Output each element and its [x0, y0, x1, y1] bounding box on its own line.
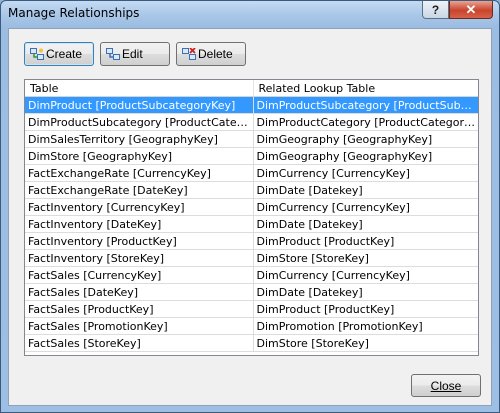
cell-table: FactInventory [CurrencyKey] — [25, 198, 254, 216]
cell-table: FactSales [ProductKey] — [25, 300, 254, 318]
table-row[interactable]: FactExchangeRate [CurrencyKey] DimCurrenc… — [25, 164, 478, 182]
manage-relationships-dialog: Manage Relationships ? ✕ Create Edit Del… — [0, 0, 500, 413]
grid-rows: DimProduct [ProductSubcategoryKey] DimPro… — [25, 96, 478, 352]
create-button[interactable]: Create — [24, 42, 94, 66]
table-row[interactable]: FactSales [DateKey] DimDate [Datekey] — [25, 283, 478, 301]
cell-related-lookup-table: DimDate [Datekey] — [253, 181, 478, 199]
cell-table: DimStore [GeographyKey] — [25, 147, 254, 165]
dialog-client-area: Create Edit Delete Table Related Lookup … — [8, 28, 492, 406]
delete-button[interactable]: Delete — [176, 42, 246, 66]
create-relationship-icon — [30, 48, 44, 60]
cell-table: FactSales [CurrencyKey] — [25, 266, 254, 284]
table-row[interactable]: DimSalesTerritory [GeographyKey] DimGeogr… — [25, 130, 478, 148]
edit-button-label: Edit — [122, 47, 143, 61]
cell-related-lookup-table: DimCurrency [CurrencyKey] — [253, 164, 478, 182]
cell-related-lookup-table: DimPromotion [PromotionKey] — [253, 317, 478, 335]
cell-related-lookup-table: DimDate [Datekey] — [253, 283, 478, 301]
help-button[interactable]: ? — [422, 1, 449, 19]
title-bar[interactable]: Manage Relationships ? ✕ — [1, 1, 499, 27]
cell-table: FactExchangeRate [DateKey] — [25, 181, 254, 199]
cell-related-lookup-table: DimCurrency [CurrencyKey] — [253, 266, 478, 284]
cell-related-lookup-table: DimGeography [GeographyKey] — [253, 147, 478, 165]
delete-relationship-icon — [182, 48, 196, 60]
cell-table: DimSalesTerritory [GeographyKey] — [25, 130, 254, 148]
edit-relationship-icon — [106, 48, 120, 60]
grid-header-row: Table Related Lookup Table — [25, 80, 478, 97]
table-row[interactable]: DimProduct [ProductSubcategoryKey] DimPro… — [25, 96, 478, 114]
table-row[interactable]: FactSales [PromotionKey] DimPromotion [Pr… — [25, 317, 478, 335]
cell-table: FactSales [PromotionKey] — [25, 317, 254, 335]
dialog-title: Manage Relationships — [8, 6, 140, 20]
cell-table: FactExchangeRate [CurrencyKey] — [25, 164, 254, 182]
cell-table: FactInventory [ProductKey] — [25, 232, 254, 250]
cell-related-lookup-table: DimDate [Datekey] — [253, 215, 478, 233]
table-row[interactable]: FactInventory [CurrencyKey] DimCurrency [… — [25, 198, 478, 216]
table-row[interactable]: FactSales [CurrencyKey] DimCurrency [Curr… — [25, 266, 478, 284]
cell-related-lookup-table: DimGeography [GeographyKey] — [253, 130, 478, 148]
table-row[interactable]: FactSales [ProductKey] DimProduct [Produc… — [25, 300, 478, 318]
help-icon: ? — [431, 3, 440, 17]
create-button-label: Create — [46, 47, 83, 61]
table-row[interactable]: FactSales [StoreKey] DimStore [StoreKey] — [25, 334, 478, 352]
cell-related-lookup-table: DimStore [StoreKey] — [253, 334, 478, 352]
table-row[interactable]: FactInventory [StoreKey] DimStore [StoreK… — [25, 249, 478, 267]
cell-related-lookup-table: DimStore [StoreKey] — [253, 249, 478, 267]
edit-button[interactable]: Edit — [100, 42, 170, 66]
relationships-grid[interactable]: Table Related Lookup Table DimProduct [P… — [24, 79, 479, 356]
cell-related-lookup-table: DimProduct [ProductKey] — [253, 300, 478, 318]
cell-related-lookup-table: DimProduct [ProductKey] — [253, 232, 478, 250]
cell-table: FactSales [StoreKey] — [25, 334, 254, 352]
close-button[interactable]: Close — [411, 374, 481, 397]
table-row[interactable]: FactInventory [DateKey] DimDate [Datekey] — [25, 215, 478, 233]
cell-table: FactSales [DateKey] — [25, 283, 254, 301]
cell-related-lookup-table: DimProductCategory [ProductCategoryKey] — [253, 113, 478, 131]
cell-table: DimProductSubcategory [ProductCategoryKe… — [25, 113, 254, 131]
table-row[interactable]: FactInventory [ProductKey] DimProduct [Pr… — [25, 232, 478, 250]
window-close-button[interactable]: ✕ — [449, 1, 493, 19]
cell-related-lookup-table: DimCurrency [CurrencyKey] — [253, 198, 478, 216]
column-header-related-lookup-table[interactable]: Related Lookup Table — [253, 80, 478, 97]
table-row[interactable]: FactExchangeRate [DateKey] DimDate [Datek… — [25, 181, 478, 199]
cell-related-lookup-table: DimProductSubcategory [ProductSubcategor… — [253, 96, 478, 114]
cell-table: DimProduct [ProductSubcategoryKey] — [25, 96, 254, 114]
close-button-label: Close — [430, 379, 462, 393]
close-icon: ✕ — [465, 2, 477, 17]
table-row[interactable]: DimProductSubcategory [ProductCategoryKe… — [25, 113, 478, 131]
cell-table: FactInventory [DateKey] — [25, 215, 254, 233]
delete-button-label: Delete — [198, 47, 233, 61]
table-row[interactable]: DimStore [GeographyKey] DimGeography [Geo… — [25, 147, 478, 165]
cell-table: FactInventory [StoreKey] — [25, 249, 254, 267]
column-header-table[interactable]: Table — [25, 80, 254, 97]
